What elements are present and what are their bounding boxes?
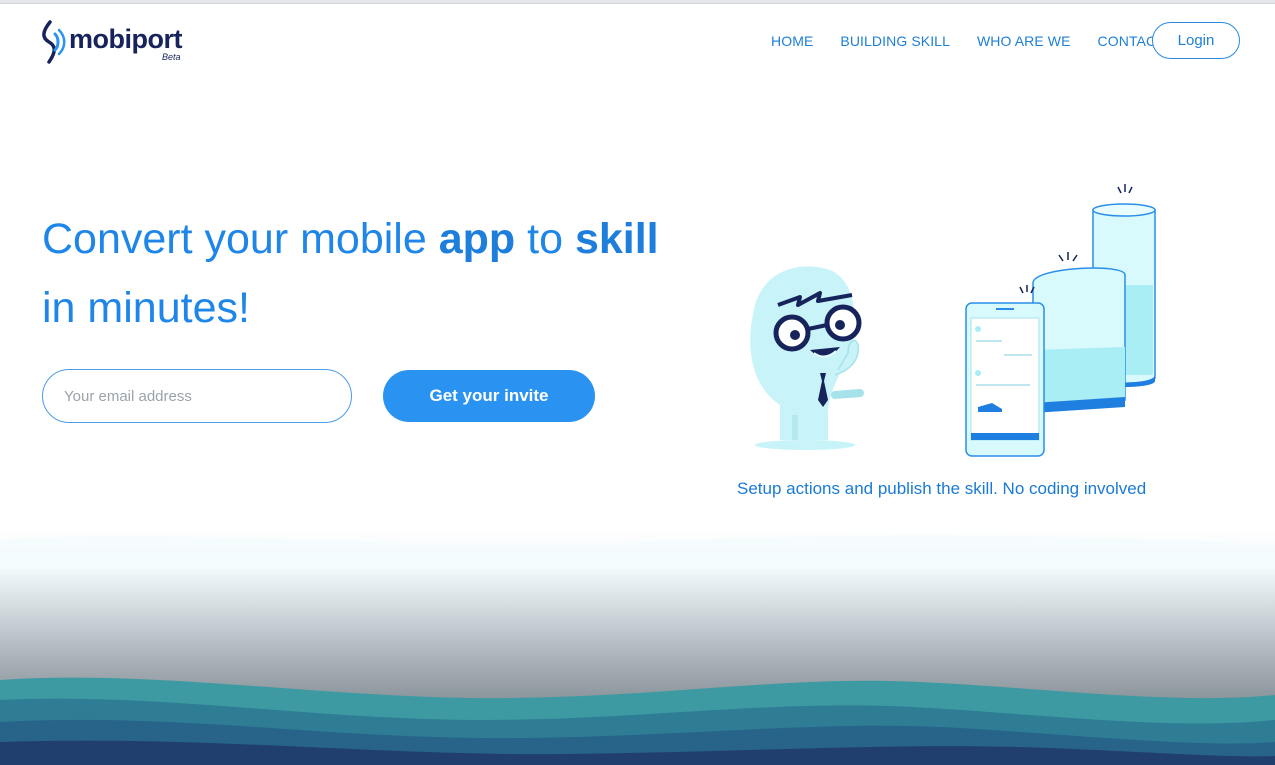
headline-bold-app: app xyxy=(438,215,516,263)
nav-item-building-skill[interactable]: BUILDING SKILL xyxy=(840,33,950,49)
headline-text-2: to xyxy=(515,215,575,263)
landing-page: mobiport Beta HOME BUILDING SKILL WHO AR… xyxy=(0,0,1275,765)
hero-illustration xyxy=(750,184,1156,457)
login-button[interactable]: Login xyxy=(1152,22,1240,59)
hero-headline: Convert your mobile app to skill in minu… xyxy=(42,205,659,343)
smartphone-chat-illustration xyxy=(965,285,1045,457)
headline-line-2: in minutes! xyxy=(42,284,250,332)
headline-bold-skill: skill xyxy=(574,215,659,263)
brand-name: mobiport xyxy=(69,24,182,54)
brand-logo[interactable]: mobiport Beta xyxy=(40,18,190,66)
nav-item-home[interactable]: HOME xyxy=(771,33,813,49)
brand-beta-tag: Beta xyxy=(162,52,181,62)
decorative-wave-footer xyxy=(0,530,1275,765)
email-input[interactable] xyxy=(42,369,352,423)
nav-item-who-are-we[interactable]: WHO ARE WE xyxy=(977,33,1071,49)
get-invite-button[interactable]: Get your invite xyxy=(383,370,595,422)
illustration-caption: Setup actions and publish the skill. No … xyxy=(737,479,1147,498)
headline-text-1: Convert your mobile xyxy=(42,215,439,263)
smart-speaker-short-illustration xyxy=(1032,252,1126,413)
main-nav: HOME BUILDING SKILL WHO ARE WE CONTACT xyxy=(771,33,1192,49)
browser-top-border xyxy=(0,0,1275,4)
signal-wave-icon xyxy=(42,20,66,64)
mascot-character-illustration xyxy=(750,266,864,450)
